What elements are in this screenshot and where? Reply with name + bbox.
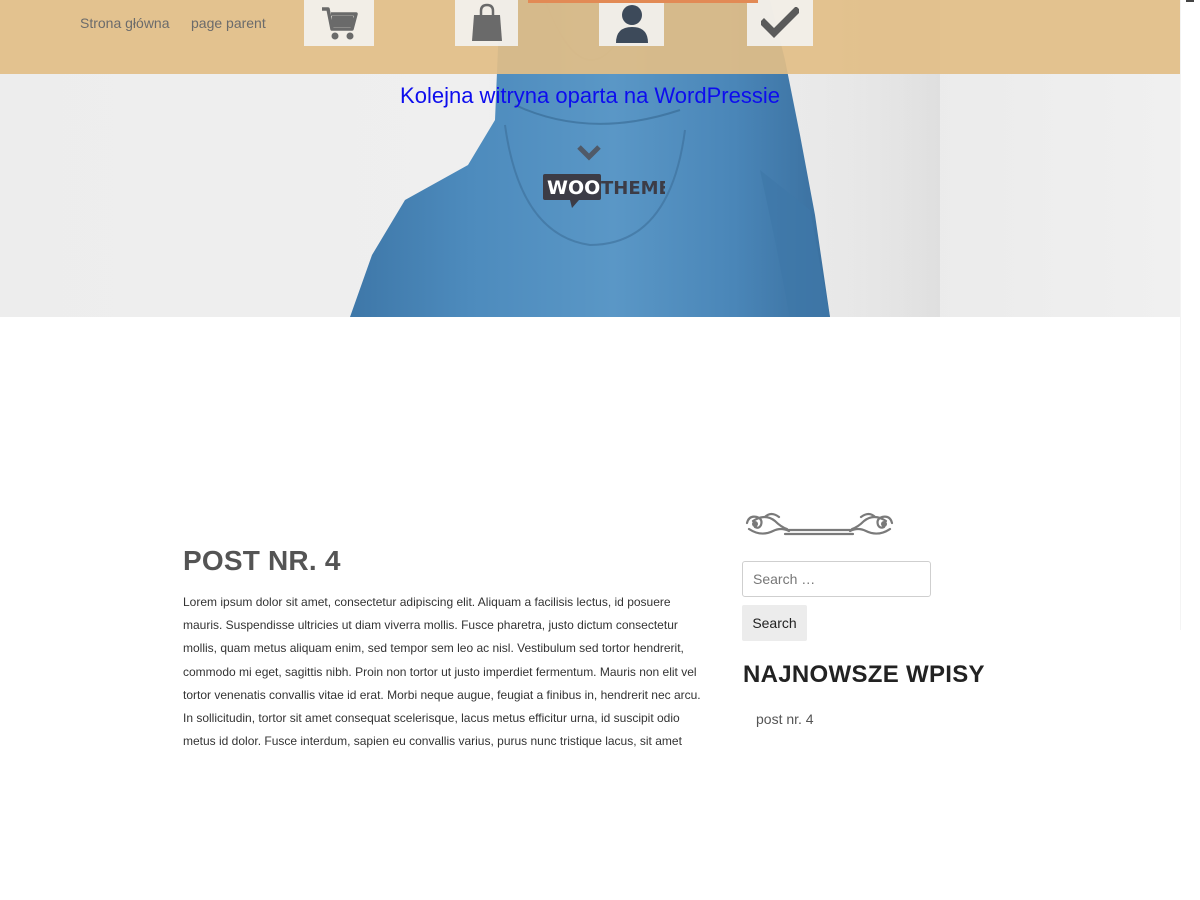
shopping-bag-icon xyxy=(471,3,503,43)
top-navigation-bar: Strona główna page parent xyxy=(0,0,1180,74)
corner-mark xyxy=(1186,0,1194,2)
top-accent-strip xyxy=(528,0,758,3)
nav-link-page-parent[interactable]: page parent xyxy=(191,15,266,31)
page: Strona główna page parent Kolejna witryn… xyxy=(0,0,1200,900)
recent-posts-heading: NAJNOWSZE WPISY xyxy=(743,661,985,688)
post-title[interactable]: POST NR. 4 xyxy=(183,545,341,577)
logo-woo-text: WOO xyxy=(547,177,600,199)
chevron-down-icon[interactable] xyxy=(577,145,601,161)
recent-post-link[interactable]: post nr. 4 xyxy=(756,711,814,727)
checkmark-icon xyxy=(761,7,799,39)
user-icon xyxy=(614,3,650,43)
site-tagline: Kolejna witryna oparta na WordPressie xyxy=(400,83,780,108)
logo-themes-text: THEMES xyxy=(601,178,665,199)
post-excerpt: Lorem ipsum dolor sit amet, consectetur … xyxy=(183,595,701,749)
right-edge-line xyxy=(1180,0,1181,630)
user-button[interactable] xyxy=(599,0,664,46)
hero-banner: Strona główna page parent Kolejna witryn… xyxy=(0,0,1180,317)
search-input[interactable] xyxy=(742,561,931,597)
shopping-bag-button[interactable] xyxy=(455,0,518,46)
decorative-ornament xyxy=(745,512,894,536)
nav-link-home[interactable]: Strona główna xyxy=(80,15,170,31)
woothemes-logo: WOO THEMES xyxy=(543,174,665,208)
search-button[interactable]: Search xyxy=(742,605,807,641)
cart-icon xyxy=(320,3,358,43)
cart-button[interactable] xyxy=(304,0,374,46)
checkout-button[interactable] xyxy=(747,0,813,46)
